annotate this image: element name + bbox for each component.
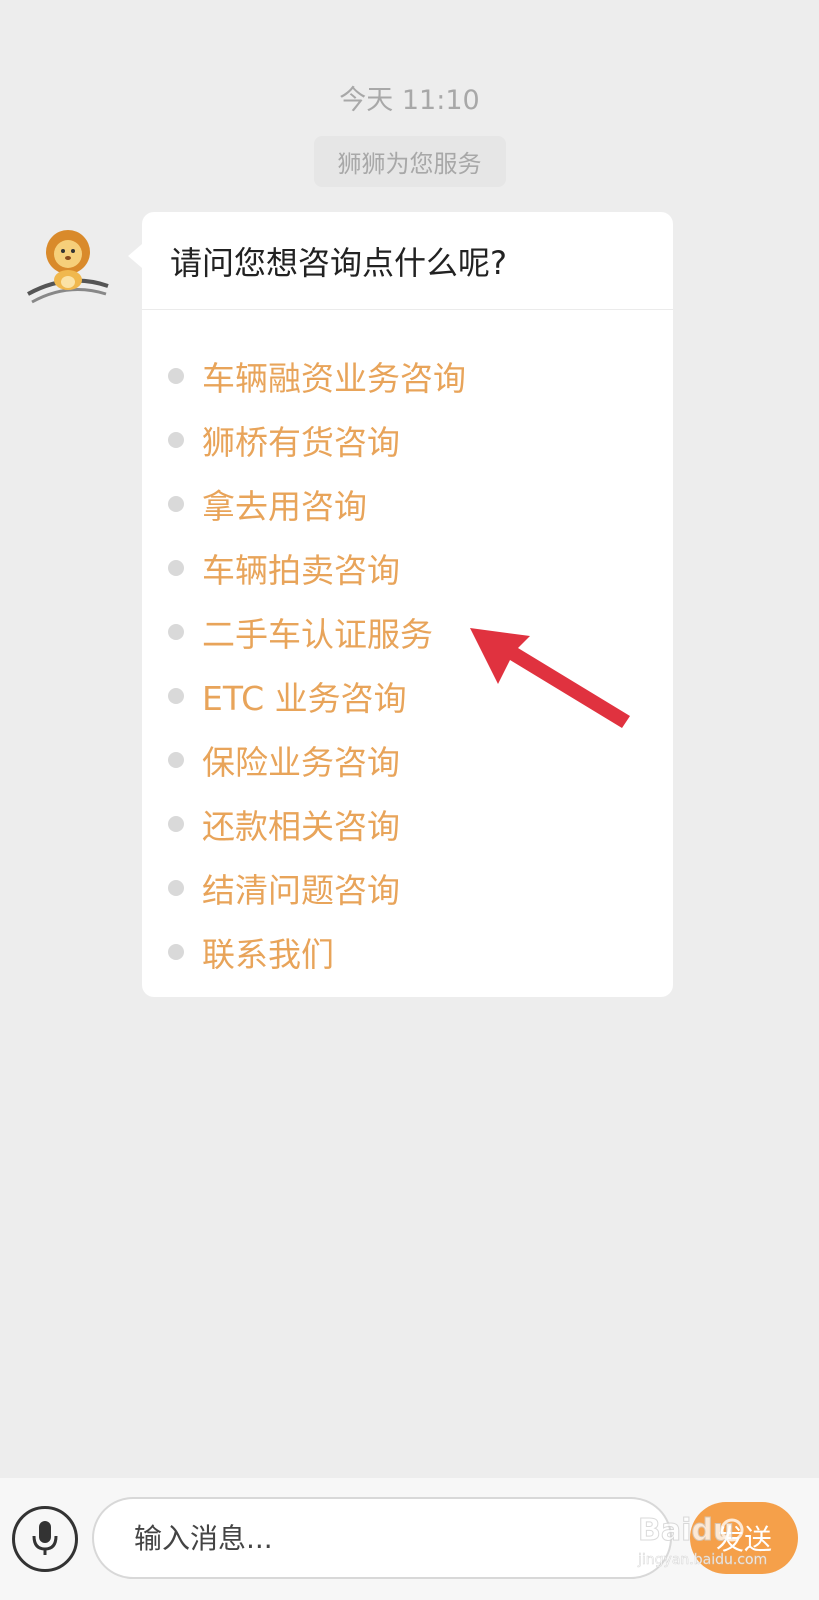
- bullet-dot: [168, 880, 184, 896]
- bullet-dot: [168, 752, 184, 768]
- bullet-dot: [168, 368, 184, 384]
- quick-reply-option[interactable]: 二手车认证服务: [168, 600, 466, 664]
- bullet-dot: [168, 624, 184, 640]
- voice-input-button[interactable]: [12, 1506, 78, 1572]
- bubble-tail: [128, 244, 142, 268]
- message-timestamp: 今天 11:10: [339, 85, 480, 116]
- option-label: 结清问题咨询: [202, 871, 400, 910]
- quick-reply-option[interactable]: 车辆拍卖咨询: [168, 536, 466, 600]
- bullet-dot: [168, 432, 184, 448]
- option-label: 拿去用咨询: [202, 487, 367, 526]
- baidu-watermark: Baidu jingyan.baidu.com: [628, 1508, 798, 1572]
- bullet-dot: [168, 560, 184, 576]
- bot-message-bubble: 请问您想咨询点什么呢? 车辆融资业务咨询 狮桥有货咨询 拿去用咨询 车辆拍卖咨询…: [128, 212, 673, 997]
- service-notice: 狮狮为您服务: [313, 136, 506, 187]
- option-label: 还款相关咨询: [202, 807, 400, 846]
- microphone-icon: [30, 1519, 60, 1560]
- bullet-dot: [168, 496, 184, 512]
- option-label: ETC 业务咨询: [202, 679, 407, 718]
- watermark-url: jingyan.baidu.com: [637, 1552, 767, 1568]
- option-label: 联系我们: [202, 935, 334, 974]
- service-notice-row: 狮狮为您服务: [0, 136, 819, 187]
- option-label: 车辆融资业务咨询: [202, 359, 466, 398]
- bullet-dot: [168, 816, 184, 832]
- quick-reply-option[interactable]: 保险业务咨询: [168, 728, 466, 792]
- watermark-brand: Baidu: [638, 1513, 734, 1548]
- quick-reply-option[interactable]: ETC 业务咨询: [168, 664, 466, 728]
- option-label: 二手车认证服务: [202, 615, 433, 654]
- bullet-dot: [168, 944, 184, 960]
- bubble-divider: [142, 309, 673, 310]
- quick-reply-option[interactable]: 结清问题咨询: [168, 856, 466, 920]
- bullet-dot: [168, 688, 184, 704]
- option-label: 车辆拍卖咨询: [202, 551, 400, 590]
- bot-question: 请问您想咨询点什么呢?: [170, 244, 507, 282]
- quick-reply-option[interactable]: 车辆融资业务咨询: [168, 344, 466, 408]
- quick-reply-option[interactable]: 还款相关咨询: [168, 792, 466, 856]
- chat-screen: 今天 11:10 狮狮为您服务 请问您想咨询点什么呢? 车辆融资业务咨询 狮桥有…: [0, 0, 819, 1600]
- option-label: 狮桥有货咨询: [202, 423, 400, 462]
- quick-reply-list: 车辆融资业务咨询 狮桥有货咨询 拿去用咨询 车辆拍卖咨询 二手车认证服务 ETC…: [168, 344, 466, 984]
- lion-mascot-icon: [26, 224, 110, 308]
- red-arrow-icon: [470, 628, 635, 737]
- message-input[interactable]: [92, 1497, 672, 1579]
- quick-reply-option[interactable]: 联系我们: [168, 920, 466, 984]
- option-label: 保险业务咨询: [202, 743, 400, 782]
- quick-reply-option[interactable]: 拿去用咨询: [168, 472, 466, 536]
- quick-reply-option[interactable]: 狮桥有货咨询: [168, 408, 466, 472]
